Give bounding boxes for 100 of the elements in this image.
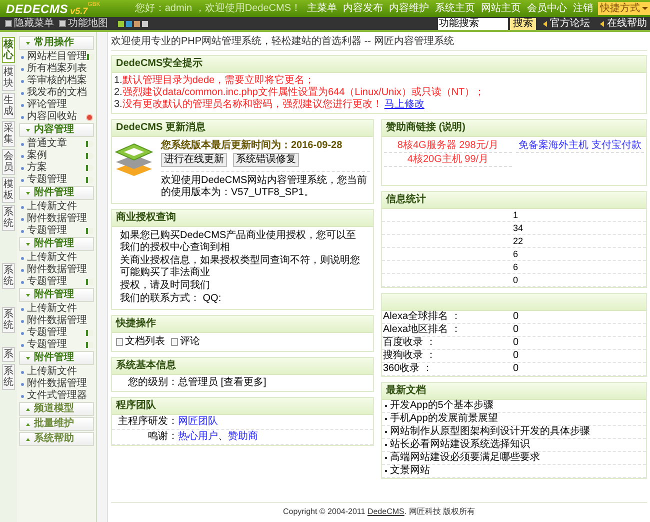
menu-group-header[interactable]: 附件管理 (19, 351, 94, 365)
license-text: 我们的联系方式： QQ: (120, 293, 222, 305)
bullet-icon (21, 394, 24, 398)
team-link[interactable]: 网匠团队 (178, 416, 218, 428)
menu-item[interactable]: 方案 (27, 162, 47, 174)
side-tab[interactable]: 会员 (2, 149, 15, 175)
rank-value: 0 (513, 311, 519, 323)
field-label: 主程序研发： (117, 416, 178, 428)
menu-item[interactable]: 内容回收站 (27, 111, 77, 123)
panel-title: 快捷操作 (112, 316, 373, 333)
field-value: 总管理员 [查看更多] (178, 377, 266, 389)
menu-item[interactable]: 文件式管理器 (27, 390, 87, 402)
search-button[interactable]: 搜索 (510, 18, 536, 30)
caret-icon (26, 422, 30, 426)
side-tab[interactable]: 模板 (2, 177, 15, 203)
side-tab[interactable]: 系 (2, 347, 15, 362)
caret-icon (26, 408, 30, 410)
menu-group-header[interactable]: 附件管理 (19, 186, 94, 200)
bullet-icon (21, 320, 24, 322)
team-link[interactable]: 热心用户 (178, 431, 218, 443)
grid-icon (59, 20, 66, 27)
side-tab[interactable]: 系统 (2, 263, 15, 289)
menu-item[interactable]: 网站栏目管理 (27, 51, 87, 63)
bullet-icon (21, 382, 24, 386)
panel-title: 最新文档 (382, 383, 646, 400)
side-tab[interactable]: 核心 (2, 37, 15, 63)
menu-group-header[interactable]: 内容管理 (19, 123, 94, 137)
stat-value: 6 (513, 248, 518, 260)
menu-item[interactable]: 上传新文件 (27, 303, 77, 315)
theme-swatch[interactable] (126, 20, 132, 26)
side-tab[interactable]: 生成 (2, 93, 15, 119)
panel-title: DedeCMS 更新消息 (112, 120, 373, 137)
side-tab[interactable]: 模块 (2, 65, 15, 91)
sponsor-link[interactable]: 8核4G服务器 298元/月 (384, 139, 512, 153)
menu-item[interactable]: 专题管理 (27, 276, 67, 288)
rank-value: 0 (513, 363, 519, 375)
panel-title: 商业授权查询 (112, 210, 373, 227)
footer-text: Copyright © 2004-2011 DedeCMS. 网匠科技 版权所有 (111, 502, 647, 518)
menu-item[interactable]: 上传新文件 (27, 252, 77, 264)
bullet-icon (21, 308, 24, 310)
quick-link[interactable]: 文档列表 (116, 336, 165, 348)
article-link[interactable]: 站长必看网站建设系统选择知识 (390, 439, 530, 451)
quick-link[interactable]: 评论 (171, 336, 200, 348)
update-headline: 您系统版本最后更新时间为：2016-09-28 (161, 140, 344, 152)
menu-item[interactable]: 上传新文件 (27, 366, 77, 378)
bullet-icon (21, 166, 24, 170)
menu-group-header[interactable]: 批量维护 (19, 417, 94, 431)
menu-item[interactable]: 案例 (27, 150, 47, 162)
menu-item[interactable]: 上传新文件 (27, 201, 77, 213)
theme-swatch[interactable] (134, 20, 140, 26)
menu-group-header[interactable]: 附件管理 (19, 288, 94, 302)
menu-item[interactable]: 等审核的档案 (27, 75, 87, 87)
menu-item[interactable]: 专题管理 (27, 339, 67, 351)
sponsor-link[interactable]: 4核20G主机 99/月 (384, 153, 512, 167)
menu-group-header[interactable]: 常用操作 (19, 36, 94, 50)
menu-item[interactable]: 评论管理 (27, 99, 67, 111)
menu-item[interactable]: 专题管理 (27, 174, 67, 186)
menu-item[interactable]: 专题管理 (27, 225, 67, 237)
modify-link[interactable]: 马上修改 (384, 99, 424, 110)
arrow-icon (600, 20, 604, 26)
license-text: 关商业授权信息，如果授权类型同查询不符，则说明您可能购买了非法商业 (120, 255, 361, 279)
side-tab[interactable]: 采集 (2, 121, 15, 147)
menu-group-header[interactable]: 频道模型 (19, 402, 94, 416)
side-tab[interactable]: 系统 (2, 364, 15, 390)
article-link[interactable]: 文景网站 (390, 465, 430, 477)
theme-swatch[interactable] (142, 20, 148, 26)
caret-icon (26, 294, 30, 296)
menu-item[interactable]: 所有档案列表 (27, 63, 87, 75)
rank-label: 百度收录 ： (382, 337, 437, 349)
update-button[interactable]: 进行在线更新 (161, 153, 227, 167)
help-link[interactable]: 在线帮助 (600, 18, 647, 30)
article-link[interactable]: 网站制作从原型图架构到设计开发的具体步骤 (390, 426, 590, 438)
side-tab[interactable]: 系统 (2, 205, 15, 231)
menu-item[interactable]: 普通文章 (27, 138, 67, 150)
stat-value: 34 (513, 222, 524, 234)
toolbar-link[interactable]: 功能地图 (59, 18, 108, 30)
article-link[interactable]: 开发App的5个基本步骤 (390, 400, 494, 412)
update-button[interactable]: 系统错误修复 (233, 153, 299, 167)
menu-item[interactable]: 附件数据管理 (27, 264, 87, 276)
stat-value: 1 (513, 209, 518, 221)
toolbar-link[interactable]: 隐藏菜单 (5, 18, 54, 30)
menu-item[interactable]: 附件数据管理 (27, 315, 87, 327)
menu-group-header[interactable]: 附件管理 (19, 237, 94, 251)
side-tab[interactable]: 系统 (2, 307, 15, 333)
search-field[interactable]: 功能搜索 (438, 18, 508, 30)
menu-item[interactable]: 附件数据管理 (27, 378, 87, 390)
rank-label: 搜狗收录 ： (382, 350, 437, 362)
footer-link[interactable]: DedeCMS (367, 507, 404, 516)
menu-item[interactable]: 附件数据管理 (27, 213, 87, 225)
sponsor-link[interactable]: 免备案海外主机 支付宝付款 (516, 139, 644, 153)
menu-group-header[interactable]: 系统帮助 (19, 432, 94, 446)
team-link[interactable]: 赞助商 (228, 431, 258, 443)
article-link[interactable]: 手机App的发展前景展望 (390, 413, 498, 425)
help-link[interactable]: 官方论坛 (543, 18, 590, 30)
menu-item[interactable]: 专题管理 (27, 327, 67, 339)
shortcut-dropdown[interactable]: 快捷方式 (598, 2, 650, 15)
theme-swatch[interactable] (118, 20, 124, 26)
menu-item[interactable]: 我发布的文档 (27, 87, 87, 99)
bullet-icon (21, 218, 24, 220)
article-link[interactable]: 高端网站建设必须要满足哪些要求 (390, 452, 540, 464)
